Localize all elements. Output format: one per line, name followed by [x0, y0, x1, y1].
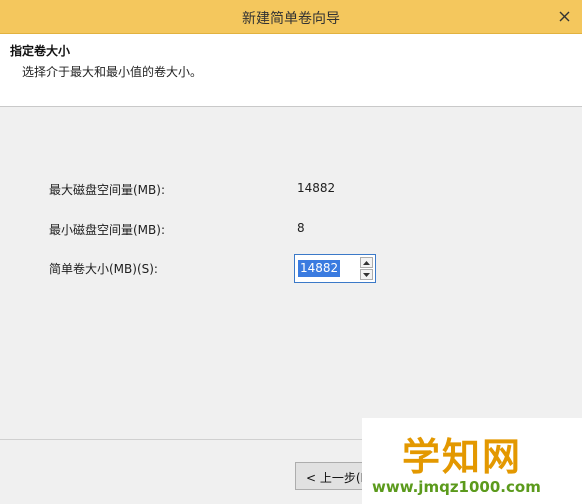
wizard-header: 指定卷大小 选择介于最大和最小值的卷大小。: [0, 34, 582, 107]
arrow-up-icon: [363, 260, 370, 265]
close-icon: [559, 11, 569, 21]
back-button-label: < 上一步(B: [306, 471, 369, 485]
close-button[interactable]: [552, 6, 576, 26]
volume-size-input[interactable]: 14882: [298, 260, 341, 277]
page-title: 指定卷大小: [10, 44, 71, 58]
watermark-url: www.jmqz1000.com: [372, 478, 541, 496]
volume-size-label: 简单卷大小(MB)(S):: [49, 262, 158, 276]
watermark: 学知网 www.jmqz1000.com: [362, 418, 582, 504]
wizard-content: 最大磁盘空间量(MB): 14882 最小磁盘空间量(MB): 8 简单卷大小(…: [0, 107, 582, 439]
page-subtitle: 选择介于最大和最小值的卷大小。: [22, 65, 203, 79]
stepper-up-button[interactable]: [360, 257, 373, 268]
window-title: 新建简单卷向导: [242, 11, 340, 27]
volume-size-stepper[interactable]: 14882: [294, 254, 376, 283]
min-size-value: 8: [297, 221, 305, 235]
stepper-buttons: [360, 257, 373, 280]
stepper-down-button[interactable]: [360, 269, 373, 280]
watermark-brand: 学知网: [402, 435, 523, 479]
max-size-label: 最大磁盘空间量(MB):: [49, 183, 165, 197]
window-titlebar[interactable]: 新建简单卷向导: [0, 0, 582, 34]
arrow-down-icon: [363, 272, 370, 277]
min-size-label: 最小磁盘空间量(MB):: [49, 223, 165, 237]
max-size-value: 14882: [297, 181, 336, 195]
